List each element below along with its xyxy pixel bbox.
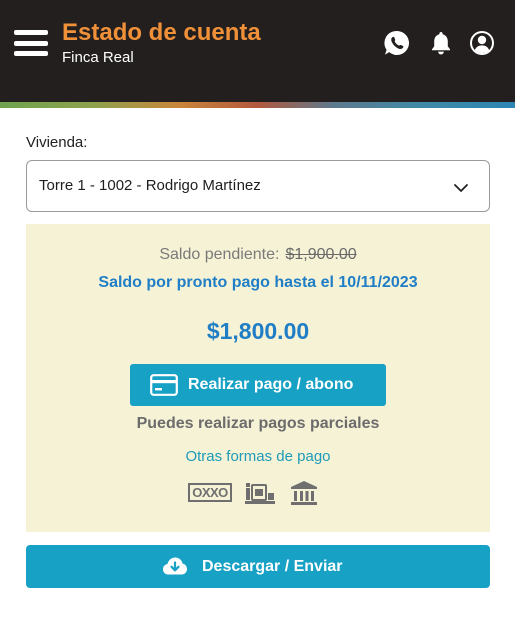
chevron-down-icon <box>454 184 468 192</box>
download-send-button[interactable]: Descargar / Enviar <box>26 545 490 588</box>
vivienda-selected-value: Torre 1 - 1002 - Rodrigo Martínez <box>39 177 261 194</box>
page-title: Estado de cuenta <box>62 19 261 46</box>
pending-balance-line: Saldo pendiente: $1,900.00 <box>26 246 490 264</box>
early-payment-amount: $1,800.00 <box>206 318 310 344</box>
other-payment-methods-link[interactable]: Otras formas de pago <box>26 448 490 465</box>
bell-icon[interactable] <box>427 29 455 57</box>
vivienda-select[interactable]: Torre 1 - 1002 - Rodrigo Martínez <box>26 160 490 212</box>
make-payment-button[interactable]: Realizar pago / abono <box>130 364 386 406</box>
cloud-download-icon <box>163 557 187 575</box>
header-color-stripe <box>0 102 515 108</box>
balance-panel: Saldo pendiente: $1,900.00 Saldo por pron… <box>26 224 490 532</box>
menu-icon[interactable] <box>14 30 48 56</box>
make-payment-label: Realizar pago / abono <box>188 376 354 393</box>
download-send-label: Descargar / Enviar <box>202 558 343 575</box>
vivienda-label: Vivienda: <box>26 134 88 151</box>
pending-balance-amount: $1,900.00 <box>285 246 357 263</box>
bank-icon[interactable] <box>290 480 318 506</box>
early-payment-note: Saldo por pronto pago hasta el 10/11/202… <box>98 274 418 291</box>
store-deposit-icon[interactable] <box>244 481 276 505</box>
partial-payments-note: Puedes realizar pagos parciales <box>136 415 380 432</box>
pending-balance-label: Saldo pendiente: <box>159 246 280 263</box>
top-app-bar: Estado de cuenta Finca Real <box>0 0 515 102</box>
oxxo-icon[interactable]: OXXO <box>188 483 232 502</box>
user-icon[interactable] <box>468 29 496 57</box>
page-subtitle: Finca Real <box>62 49 134 66</box>
whatsapp-icon[interactable] <box>383 29 411 57</box>
credit-card-icon <box>150 374 178 396</box>
